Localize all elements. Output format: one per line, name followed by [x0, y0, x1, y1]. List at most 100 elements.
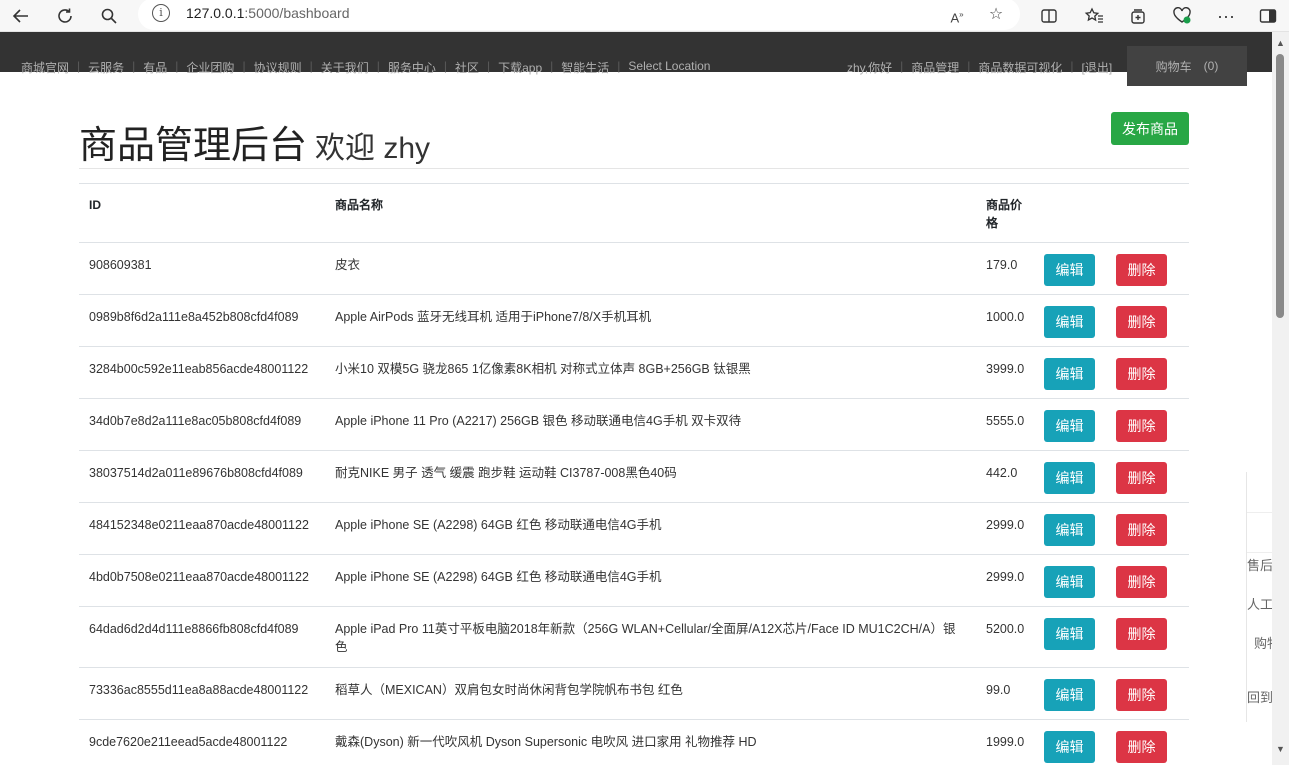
- collections-icon[interactable]: [1125, 3, 1151, 29]
- goods-price: 1999.0: [976, 720, 1040, 771]
- goods-price: 442.0: [976, 451, 1040, 503]
- nav-separator: |: [609, 59, 628, 76]
- favorites-icon[interactable]: [1081, 3, 1107, 29]
- delete-button[interactable]: 删除: [1116, 254, 1167, 286]
- table-row: 484152348e0211eaa870acde48001122Apple iP…: [79, 503, 1189, 555]
- reload-icon[interactable]: [52, 3, 78, 29]
- goods-price: 5200.0: [976, 607, 1040, 668]
- delete-button[interactable]: 删除: [1116, 731, 1167, 763]
- table-header-row: ID 商品名称 商品价格: [79, 184, 1189, 243]
- edit-button[interactable]: 编辑: [1044, 462, 1095, 494]
- goods-id: 34d0b7e8d2a111e8ac05b808cfd4f089: [79, 399, 325, 451]
- scroll-up-arrow-icon[interactable]: ▲: [1276, 38, 1285, 48]
- back-arrow-icon[interactable]: [8, 3, 34, 29]
- nav-link[interactable]: 有品: [143, 59, 167, 76]
- delete-button[interactable]: 删除: [1116, 410, 1167, 442]
- delete-button[interactable]: 删除: [1116, 514, 1167, 546]
- more-menu-icon[interactable]: ···: [1213, 3, 1239, 29]
- side-widget-slot[interactable]: [1247, 472, 1273, 513]
- goods-price: 5555.0: [976, 399, 1040, 451]
- goods-id: 4bd0b7508e0211eaa870acde48001122: [79, 555, 325, 607]
- delete-button[interactable]: 删除: [1116, 462, 1167, 494]
- cart-button[interactable]: 购物车 (0): [1127, 46, 1247, 86]
- goods-id: 3284b00c592e11eab856acde48001122: [79, 347, 325, 399]
- edit-button[interactable]: 编辑: [1044, 358, 1095, 390]
- search-icon[interactable]: [96, 3, 122, 29]
- favorite-star-icon[interactable]: ☆: [985, 4, 1007, 26]
- url-text: 127.0.0.1:5000/bashboard: [186, 5, 349, 21]
- goods-id: 0989b8f6d2a111e8a452b808cfd4f089: [79, 295, 325, 347]
- site-info-icon[interactable]: i: [152, 4, 170, 22]
- back-to-top-link[interactable]: 回到: [1247, 687, 1272, 706]
- delete-button[interactable]: 删除: [1116, 618, 1167, 650]
- side-widget-slot[interactable]: [1247, 512, 1273, 553]
- user-links: zhy,你好|商品管理|商品数据可视化|[退出]: [847, 59, 1112, 76]
- edit-button[interactable]: 编辑: [1044, 731, 1095, 763]
- split-screen-icon[interactable]: [1036, 3, 1062, 29]
- goods-name: 小米10 双模5G 骁龙865 1亿像素8K相机 对称式立体声 8GB+256G…: [325, 347, 976, 399]
- row-actions: 编辑删除: [1040, 503, 1189, 555]
- goods-name: Apple iPhone SE (A2298) 64GB 红色 移动联通电信4G…: [325, 555, 976, 607]
- edit-button[interactable]: 编辑: [1044, 254, 1095, 286]
- table-row: 3284b00c592e11eab856acde48001122小米10 双模5…: [79, 347, 1189, 399]
- nav-link[interactable]: 商城官网: [21, 59, 69, 76]
- goods-name: 皮衣: [325, 243, 976, 295]
- nav-link[interactable]: 下载app: [498, 59, 542, 76]
- table-row: 34d0b7e8d2a111e8ac05b808cfd4f089Apple iP…: [79, 399, 1189, 451]
- nav-link[interactable]: 智能生活: [561, 59, 609, 76]
- column-header-name: 商品名称: [325, 184, 976, 243]
- browser-health-icon[interactable]: [1169, 3, 1195, 29]
- delete-button[interactable]: 删除: [1116, 358, 1167, 390]
- table-row: 38037514d2a011e89676b808cfd4f089耐克NIKE 男…: [79, 451, 1189, 503]
- nav-link[interactable]: 社区: [455, 59, 479, 76]
- nav-link[interactable]: 企业团购: [186, 59, 234, 76]
- delete-button[interactable]: 删除: [1116, 566, 1167, 598]
- scroll-down-arrow-icon[interactable]: ▼: [1276, 744, 1285, 754]
- nav-separator: |: [302, 59, 321, 76]
- nav-link[interactable]: Select Location: [628, 59, 710, 76]
- row-actions: 编辑删除: [1040, 607, 1189, 668]
- edit-button[interactable]: 编辑: [1044, 618, 1095, 650]
- edit-button[interactable]: 编辑: [1044, 566, 1095, 598]
- delete-button[interactable]: 删除: [1116, 679, 1167, 711]
- column-header-id: ID: [79, 184, 325, 243]
- goods-price: 2999.0: [976, 503, 1040, 555]
- table-row: 0989b8f6d2a111e8a452b808cfd4f089Apple Ai…: [79, 295, 1189, 347]
- scroll-thumb[interactable]: [1276, 54, 1284, 318]
- cart-count: (0): [1204, 59, 1219, 73]
- customer-service-link[interactable]: 人工: [1247, 594, 1272, 613]
- user-nav-link[interactable]: [退出]: [1082, 59, 1113, 76]
- welcome-text: 欢迎 zhy: [315, 132, 430, 165]
- user-nav-link[interactable]: 商品数据可视化: [978, 59, 1062, 76]
- nav-link[interactable]: 协议规则: [254, 59, 302, 76]
- user-nav-link[interactable]: zhy,你好: [847, 59, 892, 76]
- sidebar-toggle-icon[interactable]: [1255, 3, 1281, 29]
- edit-button[interactable]: 编辑: [1044, 514, 1095, 546]
- edit-button[interactable]: 编辑: [1044, 679, 1095, 711]
- site-top-nav: 商城官网|云服务|有品|企业团购|协议规则|关于我们|服务中心|社区|下载app…: [0, 32, 1272, 72]
- edit-button[interactable]: 编辑: [1044, 410, 1095, 442]
- column-header-price: 商品价格: [976, 184, 1040, 243]
- goods-id: 73336ac8555d11ea8a88acde48001122: [79, 668, 325, 720]
- edit-button[interactable]: 编辑: [1044, 306, 1095, 338]
- goods-id: 38037514d2a011e89676b808cfd4f089: [79, 451, 325, 503]
- page-title-text: 商品管理后台: [79, 125, 307, 167]
- page-scrollbar[interactable]: ▲ ▼: [1272, 32, 1289, 765]
- table-row: 73336ac8555d11ea8a88acde48001122稻草人（MEXI…: [79, 668, 1189, 720]
- table-row: 4bd0b7508e0211eaa870acde48001122Apple iP…: [79, 555, 1189, 607]
- publish-goods-button[interactable]: 发布商品: [1111, 112, 1189, 145]
- nav-separator: |: [436, 59, 455, 76]
- address-bar[interactable]: i 127.0.0.1:5000/bashboard: [138, 0, 1020, 30]
- after-sales-link[interactable]: 售后: [1247, 555, 1272, 574]
- nav-separator: |: [1062, 59, 1081, 76]
- nav-separator: |: [369, 59, 388, 76]
- nav-link[interactable]: 关于我们: [321, 59, 369, 76]
- nav-separator: |: [959, 59, 978, 76]
- goods-price: 2999.0: [976, 555, 1040, 607]
- nav-link[interactable]: 服务中心: [388, 59, 436, 76]
- delete-button[interactable]: 删除: [1116, 306, 1167, 338]
- user-nav-link[interactable]: 商品管理: [911, 59, 959, 76]
- nav-link[interactable]: 云服务: [88, 59, 124, 76]
- goods-table-body: 908609381皮衣179.0编辑删除0989b8f6d2a111e8a452…: [79, 243, 1189, 771]
- read-aloud-icon[interactable]: A»: [946, 4, 968, 26]
